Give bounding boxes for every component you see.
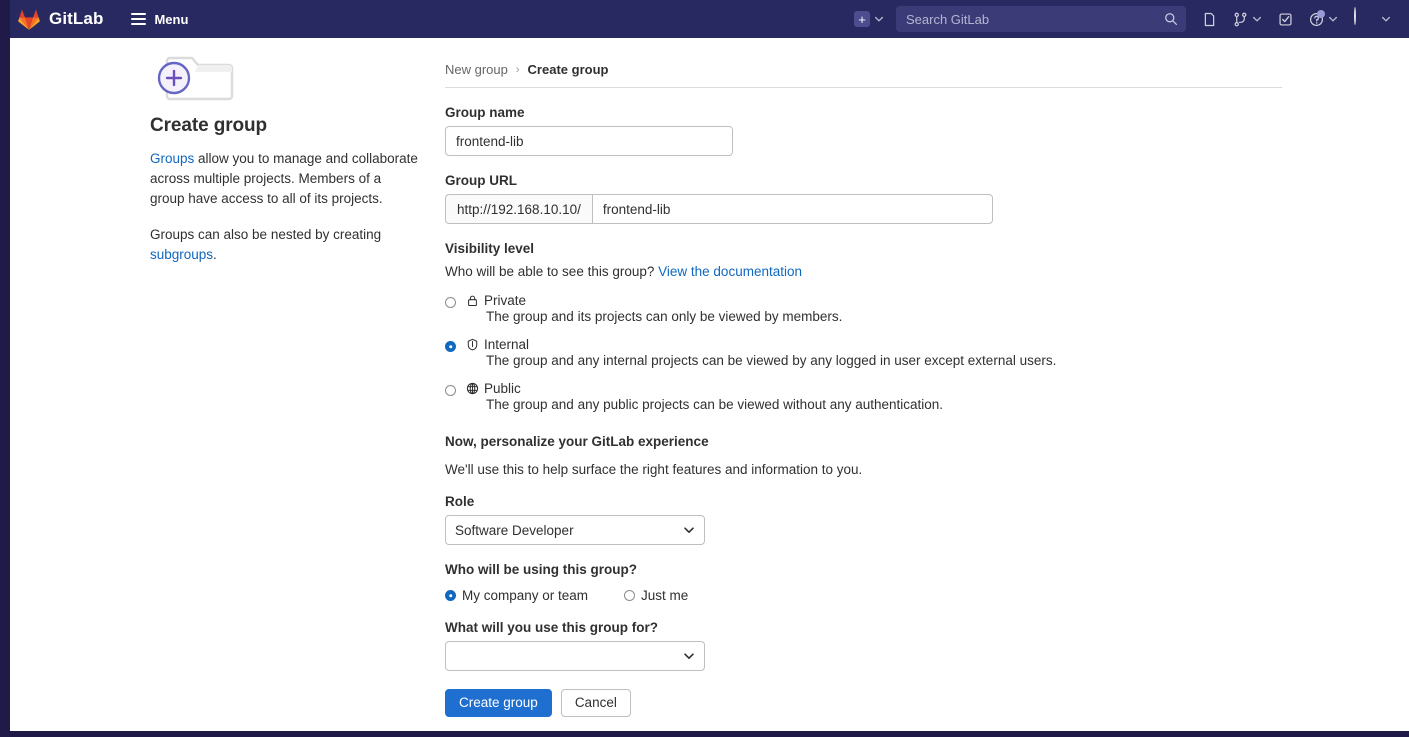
- create-group-intro-panel: Create group Groups allow you to manage …: [148, 48, 418, 281]
- visibility-title-public: Public: [484, 381, 521, 396]
- top-navigation-bar: GitLab Menu +: [10, 0, 1409, 38]
- chevron-down-icon: [1329, 16, 1337, 22]
- visibility-desc-internal: The group and any internal projects can …: [486, 353, 1057, 368]
- visibility-radio-private[interactable]: [445, 297, 456, 308]
- new-folder-icon: [157, 56, 234, 101]
- breadcrumb: New group › Create group: [435, 62, 1285, 77]
- who-using-radio-company[interactable]: [445, 590, 456, 601]
- subgroups-link[interactable]: subgroups: [150, 247, 213, 262]
- use-for-select[interactable]: [445, 641, 705, 671]
- group-url-input[interactable]: [591, 194, 993, 224]
- user-menu-dropdown[interactable]: [1346, 0, 1399, 38]
- use-for-label: What will you use this group for?: [445, 620, 658, 635]
- personalize-subtext: We'll use this to help surface the right…: [445, 462, 863, 477]
- brand-name: GitLab: [49, 9, 104, 28]
- group-name-input[interactable]: [445, 126, 733, 156]
- page-content: Create group Groups allow you to manage …: [10, 38, 1409, 731]
- cancel-button[interactable]: Cancel: [560, 689, 631, 717]
- breadcrumb-divider: [445, 87, 1282, 88]
- view-documentation-link[interactable]: View the documentation: [658, 264, 802, 279]
- new-item-dropdown[interactable]: +: [846, 0, 892, 38]
- plus-square-icon: +: [854, 11, 870, 27]
- page-frame: GitLab Menu + Search GitLab Create group…: [0, 0, 1409, 737]
- visibility-option-internal[interactable]: Internal The group and any internal proj…: [445, 337, 1285, 368]
- help-dropdown[interactable]: [1301, 0, 1346, 38]
- menu-button[interactable]: Menu: [125, 8, 194, 31]
- visibility-option-private[interactable]: Private The group and its projects can o…: [445, 293, 1285, 324]
- visibility-desc-private: The group and its projects can only be v…: [486, 309, 843, 324]
- chevron-down-icon: [1382, 16, 1390, 22]
- role-label: Role: [445, 494, 475, 509]
- who-using-label: Who will be using this group?: [445, 562, 637, 577]
- intro-paragraph-2: Groups can also be nested by creating su…: [150, 225, 418, 265]
- create-group-form: New group › Create group Group name Grou…: [435, 62, 1285, 717]
- globe-icon: [466, 382, 479, 395]
- visibility-title-internal: Internal: [484, 337, 530, 352]
- visibility-desc-public: The group and any public projects can be…: [486, 397, 944, 412]
- visibility-level-label: Visibility level: [445, 241, 535, 256]
- merge-requests-dropdown[interactable]: [1225, 0, 1270, 38]
- todos-icon: [1279, 12, 1292, 26]
- who-using-label-company: My company or team: [462, 588, 589, 603]
- who-using-label-personal: Just me: [641, 588, 689, 603]
- chevron-down-icon: [875, 16, 883, 22]
- group-url-label: Group URL: [445, 173, 517, 188]
- who-using-radio-personal[interactable]: [624, 590, 636, 601]
- nav-right-group: +: [846, 0, 1409, 38]
- shield-icon: [467, 338, 478, 351]
- group-name-label: Group name: [445, 105, 525, 120]
- visibility-helper-text: Who will be able to see this group?: [445, 264, 655, 279]
- visibility-radio-public[interactable]: [445, 385, 456, 396]
- group-url-input-group: http://192.168.10.10/: [445, 194, 993, 224]
- gitlab-logo-icon: [18, 9, 40, 30]
- group-url-prefix: http://192.168.10.10/: [445, 194, 592, 224]
- personalize-heading: Now, personalize your GitLab experience: [445, 434, 709, 449]
- gitlab-home-link[interactable]: GitLab: [18, 9, 103, 30]
- merge-requests-icon: [1234, 12, 1247, 26]
- page-title: Create group: [150, 115, 268, 136]
- create-group-button[interactable]: Create group: [445, 689, 552, 717]
- visibility-helper: Who will be able to see this group? View…: [445, 264, 1285, 279]
- lock-icon: [468, 295, 477, 307]
- intro-paragraph-1: Groups allow you to manage and collabora…: [150, 149, 418, 209]
- visibility-options: Private The group and its projects can o…: [445, 293, 1285, 412]
- intro-paragraph-2-tail: .: [213, 247, 217, 262]
- issues-button[interactable]: [1194, 0, 1225, 38]
- avatar: [1354, 6, 1377, 31]
- groups-link[interactable]: Groups: [150, 151, 194, 166]
- form-actions: Create group Cancel: [445, 689, 1285, 717]
- who-using-option-company[interactable]: My company or team: [445, 588, 588, 603]
- chevron-down-icon: [1253, 16, 1261, 22]
- breadcrumb-separator-icon: ›: [515, 63, 520, 76]
- breadcrumb-new-group[interactable]: New group: [445, 62, 508, 77]
- hamburger-icon: [131, 13, 147, 25]
- issues-icon: [1204, 12, 1215, 26]
- visibility-radio-internal[interactable]: [445, 341, 456, 352]
- help-notification-badge: [1317, 9, 1325, 18]
- who-using-options: My company or team Just me: [445, 588, 1285, 603]
- search-input[interactable]: [896, 6, 1186, 32]
- menu-label: Menu: [154, 11, 189, 27]
- visibility-title-private: Private: [484, 293, 527, 308]
- todos-button[interactable]: [1270, 0, 1301, 38]
- visibility-option-public[interactable]: Public The group and any public projects…: [445, 381, 1285, 412]
- browser-viewport: GitLab Menu + Search GitLab Create group…: [10, 0, 1409, 731]
- intro-paragraph-2-lead: Groups can also be nested by creating: [150, 227, 382, 242]
- search-box[interactable]: [896, 6, 1186, 32]
- role-select[interactable]: Software Developer: [445, 515, 705, 545]
- who-using-option-personal[interactable]: Just me: [624, 588, 688, 603]
- breadcrumb-current: Create group: [527, 62, 609, 77]
